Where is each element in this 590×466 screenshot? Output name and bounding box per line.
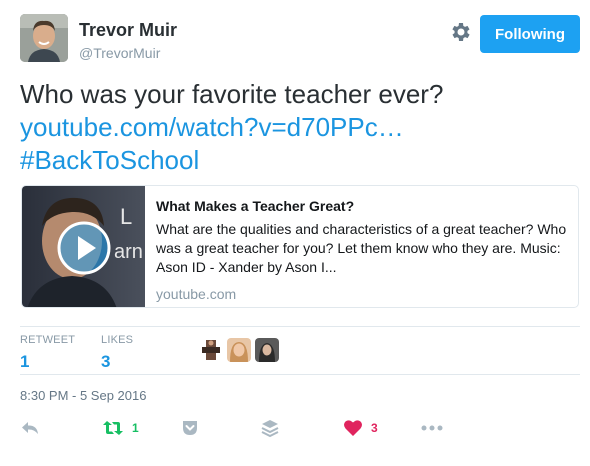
like-button[interactable]: 3 — [343, 416, 378, 440]
svg-text:L: L — [120, 204, 132, 229]
likes-count[interactable]: 3 — [101, 352, 133, 372]
divider — [20, 326, 580, 327]
tweet-timestamp[interactable]: 8:30 PM - 5 Sep 2016 — [20, 388, 146, 403]
card-domain: youtube.com — [156, 286, 237, 302]
author-avatar[interactable] — [20, 14, 68, 62]
play-icon[interactable] — [56, 220, 112, 276]
card-description: What are the qualities and characteristi… — [156, 221, 567, 275]
retweets-stat[interactable]: RETWEET 1 — [20, 334, 75, 372]
tweet-header: Trevor Muir @TrevorMuir Following — [20, 14, 580, 64]
tweet-text: Who was your favorite teacher ever? yout… — [20, 78, 580, 177]
liker-avatar[interactable] — [255, 338, 279, 362]
tweet-body: Who was your favorite teacher ever? — [20, 79, 444, 109]
likes-label: LIKES — [101, 334, 134, 346]
buffer-icon — [260, 418, 280, 438]
card-body: What Makes a Teacher Great? What are the… — [156, 196, 571, 302]
gear-icon[interactable] — [448, 20, 472, 44]
following-button[interactable]: Following — [480, 15, 580, 53]
more-icon — [421, 418, 443, 438]
retweets-label: RETWEET — [20, 334, 76, 346]
pocket-icon — [180, 418, 200, 438]
retweets-count[interactable]: 1 — [20, 352, 75, 372]
tweet-link[interactable]: youtube.com/watch?v=d70PPc… — [20, 111, 580, 144]
card-title[interactable]: What Makes a Teacher Great? — [156, 196, 571, 216]
liker-avatar[interactable] — [227, 338, 251, 362]
retweet-button[interactable]: 1 — [102, 416, 139, 440]
link-card[interactable]: L arn What Makes a Teacher Great? What a… — [21, 185, 579, 308]
like-count: 3 — [371, 421, 378, 435]
reply-button[interactable] — [20, 416, 40, 440]
more-button[interactable] — [421, 416, 443, 440]
retweet-icon — [102, 418, 124, 438]
tweet-hashtag[interactable]: #BackToSchool — [20, 144, 580, 177]
svg-text:arn: arn — [114, 241, 143, 263]
liker-avatar[interactable] — [199, 338, 223, 362]
author-handle[interactable]: @TrevorMuir — [79, 45, 160, 61]
author-name[interactable]: Trevor Muir — [79, 20, 177, 41]
likes-stat[interactable]: LIKES 3 — [101, 334, 133, 372]
heart-icon — [343, 418, 363, 438]
buffer-button[interactable] — [260, 416, 280, 440]
tweet-actions: 1 3 — [20, 416, 580, 440]
add-to-moment-button[interactable] — [180, 416, 200, 440]
retweet-count: 1 — [132, 421, 139, 435]
divider — [20, 374, 580, 375]
reply-icon — [20, 418, 40, 438]
video-thumbnail[interactable]: L arn — [22, 186, 145, 307]
